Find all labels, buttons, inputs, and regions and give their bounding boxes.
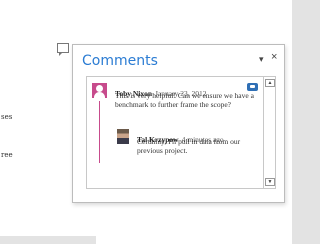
vertical-scrollbar[interactable]: ▲ ▼ <box>264 76 276 189</box>
avatar <box>117 129 129 144</box>
comment-marker-icon[interactable] <box>57 43 69 56</box>
comment-text[interactable]: This is very helpful! Can we ensure we h… <box>115 91 255 109</box>
pane-title: Comments <box>82 53 158 69</box>
document-text-fragment: ree <box>1 151 13 159</box>
scroll-down-icon[interactable]: ▼ <box>265 178 275 186</box>
person-silhouette-icon <box>92 83 107 98</box>
comment-list: Toby Nixon January 23, 2012 This is very … <box>86 76 264 189</box>
scroll-up-icon[interactable]: ▲ <box>265 79 275 87</box>
reply-text[interactable]: Certainly, I'll pull in data from our pr… <box>137 137 247 155</box>
close-icon[interactable]: × <box>271 52 277 63</box>
thread-indicator <box>99 101 100 163</box>
pane-options-dropdown-icon[interactable]: ▾ <box>259 54 264 64</box>
presence-status-icon[interactable] <box>247 83 258 91</box>
document-text-fragment: ses <box>1 113 13 121</box>
comments-pane: Comments ▾ × Toby Nixon January 23, 2012 … <box>72 44 285 203</box>
